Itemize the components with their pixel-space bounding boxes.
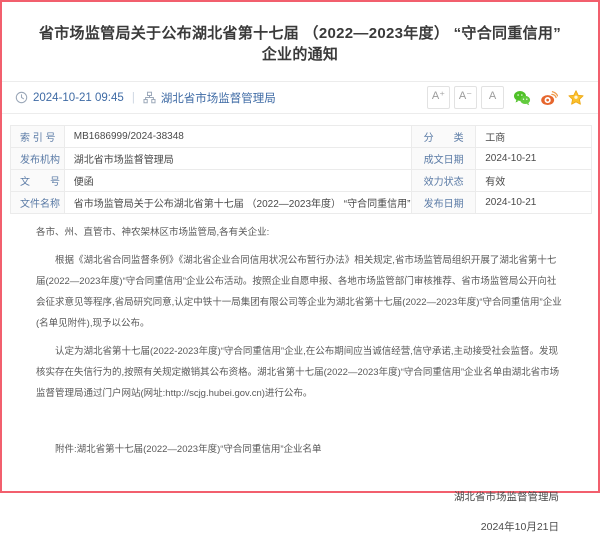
table-row: 发布机构 湖北省市场监督管理局 成文日期 2024-10-21 bbox=[11, 148, 592, 170]
favorite-star-icon[interactable] bbox=[567, 89, 585, 107]
font-decrease-button[interactable]: A⁻ bbox=[454, 86, 477, 109]
issuing-agency-value: 湖北省市场监督管理局 bbox=[64, 148, 411, 170]
signature-block: 湖北省市场监督管理局 2024年10月21日 bbox=[2, 467, 598, 538]
index-number-value: MB1686999/2024-38348 bbox=[64, 126, 411, 148]
page-title: 省市场监管局关于公布湖北省第十七届 （2022—2023年度） “守合同重信用”… bbox=[2, 2, 598, 65]
notice-page: { "page": { "title": "省市场监管局关于公布湖北省第十七届 … bbox=[0, 0, 600, 493]
meta-separator: | bbox=[132, 92, 135, 104]
font-reset-button[interactable]: A bbox=[481, 86, 504, 109]
written-date-label: 成文日期 bbox=[412, 148, 476, 170]
table-row: 文 号 便函 效力状态 有效 bbox=[11, 170, 592, 192]
document-body: 各市、州、直管市、神农架林区市场监管局,各有关企业: 根据《湖北省合同监督条例》… bbox=[2, 214, 598, 460]
doc-number-value: 便函 bbox=[64, 170, 411, 192]
publish-date-label: 发布日期 bbox=[412, 192, 476, 214]
issuing-agency-label: 发布机构 bbox=[11, 148, 65, 170]
file-name-value: 省市场监管局关于公布湖北省第十七届 （2022—2023年度） “守合同重信用”… bbox=[64, 192, 411, 214]
meta-info: 2024-10-21 09:45 | 湖北省市场监督管理局 bbox=[15, 90, 276, 106]
file-name-label: 文件名称 bbox=[11, 192, 65, 214]
doc-number-label: 文 号 bbox=[11, 170, 65, 192]
meta-bar: 2024-10-21 09:45 | 湖北省市场监督管理局 A⁺ A⁻ A bbox=[2, 81, 598, 114]
source-org-link[interactable]: 湖北省市场监督管理局 bbox=[161, 90, 276, 106]
publish-date-value: 2024-10-21 bbox=[476, 192, 592, 214]
signature-date: 2024年10月21日 bbox=[2, 517, 559, 538]
publish-datetime: 2024-10-21 09:45 bbox=[33, 92, 124, 104]
wechat-share-icon[interactable] bbox=[513, 89, 531, 107]
weibo-share-icon[interactable] bbox=[540, 89, 558, 107]
attachment-line: 附件:湖北省第十七届(2022—2023年度)“守合同重信用”企业名单 bbox=[36, 439, 565, 460]
category-value: 工商 bbox=[476, 126, 592, 148]
body-paragraph-1: 根据《湖北省合同监督条例》《湖北省企业合同信用状况公布暂行办法》相关规定,省市场… bbox=[36, 250, 565, 334]
signature-org: 湖北省市场监督管理局 bbox=[2, 487, 559, 508]
category-label: 分 类 bbox=[412, 126, 476, 148]
meta-tools: A⁺ A⁻ A bbox=[423, 86, 585, 109]
index-number-label: 索 引 号 bbox=[11, 126, 65, 148]
table-row: 索 引 号 MB1686999/2024-38348 分 类 工商 bbox=[11, 126, 592, 148]
written-date-value: 2024-10-21 bbox=[476, 148, 592, 170]
validity-status-label: 效力状态 bbox=[412, 170, 476, 192]
table-row: 文件名称 省市场监管局关于公布湖北省第十七届 （2022—2023年度） “守合… bbox=[11, 192, 592, 214]
clock-icon bbox=[15, 91, 28, 104]
validity-status-value: 有效 bbox=[476, 170, 592, 192]
body-paragraph-2: 认定为湖北省第十七届(2022-2023年度)“守合同重信用”企业,在公布期间应… bbox=[36, 341, 565, 404]
org-sitemap-icon bbox=[143, 91, 156, 104]
document-info-table: 索 引 号 MB1686999/2024-38348 分 类 工商 发布机构 湖… bbox=[10, 125, 592, 214]
salutation: 各市、州、直管市、神农架林区市场监管局,各有关企业: bbox=[36, 222, 565, 243]
font-increase-button[interactable]: A⁺ bbox=[427, 86, 450, 109]
